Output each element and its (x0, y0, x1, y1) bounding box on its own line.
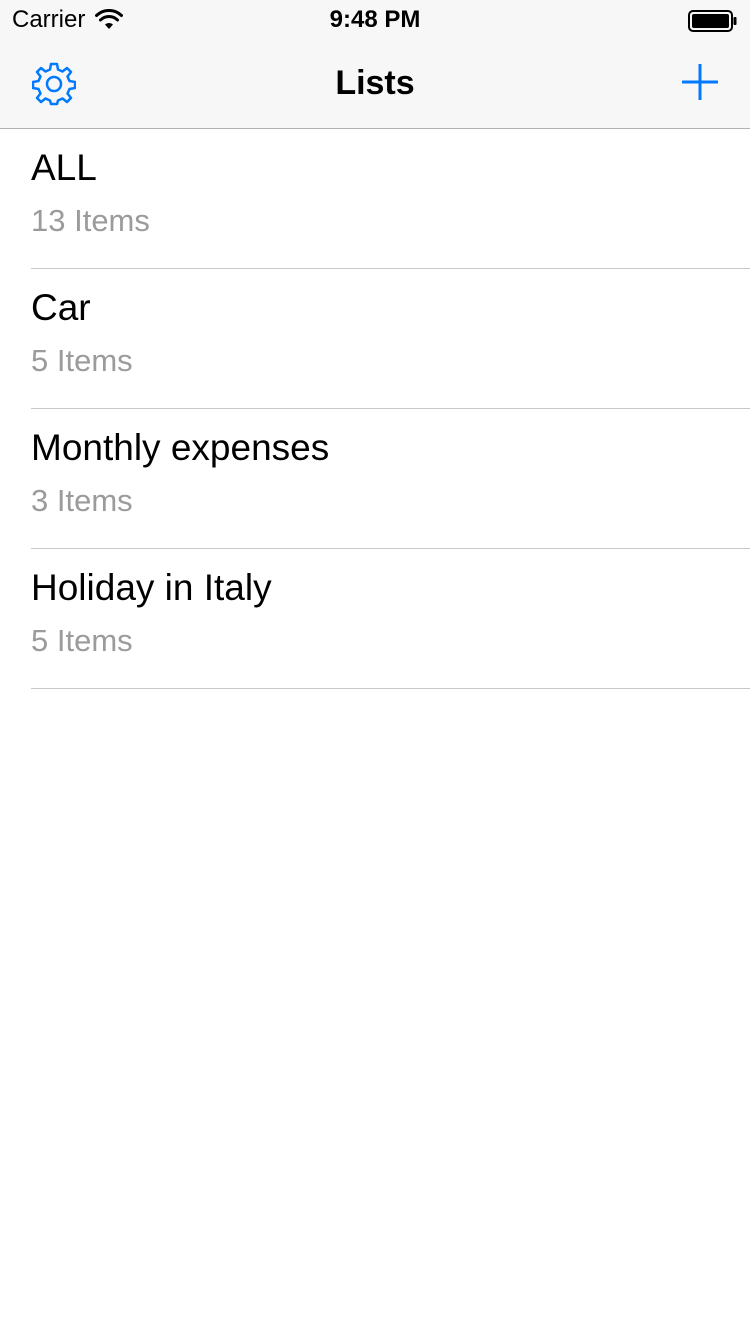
list-item[interactable]: ALL 13 Items (31, 129, 750, 269)
battery-icon (688, 10, 737, 32)
page-title: Lists (335, 64, 415, 102)
list-item-count: 3 Items (31, 483, 133, 518)
list-item-title: Monthly expenses (31, 427, 330, 468)
plus-icon[interactable] (680, 62, 720, 102)
list-item-count: 13 Items (31, 203, 150, 238)
list-item-count: 5 Items (31, 623, 133, 658)
status-time: 9:48 PM (329, 6, 421, 33)
navigation-bar: Lists (0, 40, 750, 129)
list-item-count: 5 Items (31, 343, 133, 378)
list-item-title: Holiday in Italy (31, 567, 272, 608)
list-item[interactable]: Car 5 Items (31, 269, 750, 409)
lists-table: ALL 13 Items Car 5 Items Monthly expense… (0, 129, 750, 689)
list-item-title: ALL (31, 147, 97, 188)
list-item-title: Car (31, 287, 91, 328)
status-bar: Carrier 9:48 PM (0, 0, 750, 40)
list-item[interactable]: Holiday in Italy 5 Items (31, 549, 750, 689)
list-item[interactable]: Monthly expenses 3 Items (31, 409, 750, 549)
